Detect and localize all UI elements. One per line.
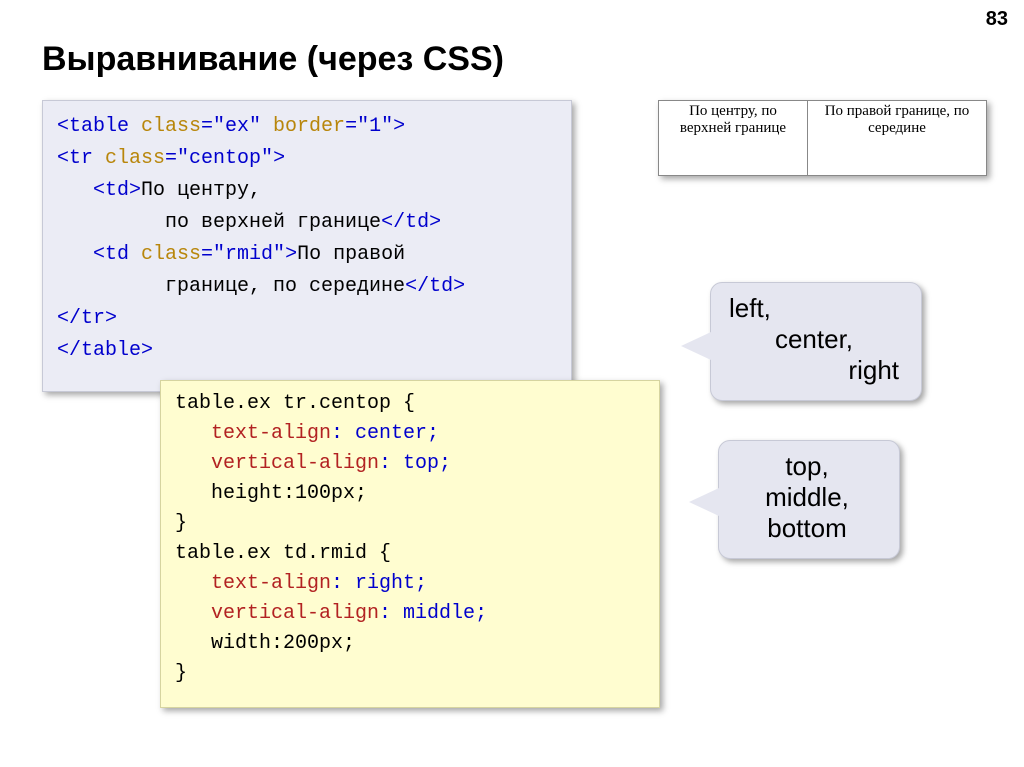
html-code-block: <table class="ex" border="1"> <tr class=…: [42, 100, 572, 392]
page-number: 83: [986, 8, 1008, 31]
note-horizontal-values: left, center, right: [710, 282, 922, 401]
demo-table-wrap: По центру, по верхней границе По правой …: [658, 100, 987, 176]
demo-cell-center-top: По центру, по верхней границе: [659, 101, 808, 176]
css-code-block: table.ex tr.centop { text-align: center;…: [160, 380, 660, 708]
note-tail-icon: [681, 332, 711, 360]
demo-cell-right-middle: По правой границе, по середине: [808, 101, 987, 176]
page-title: Выравнивание (через CSS): [42, 40, 504, 79]
demo-table: По центру, по верхней границе По правой …: [658, 100, 987, 176]
note-vertical-values: top, middle, bottom: [718, 440, 900, 559]
note-tail-icon: [689, 488, 719, 516]
